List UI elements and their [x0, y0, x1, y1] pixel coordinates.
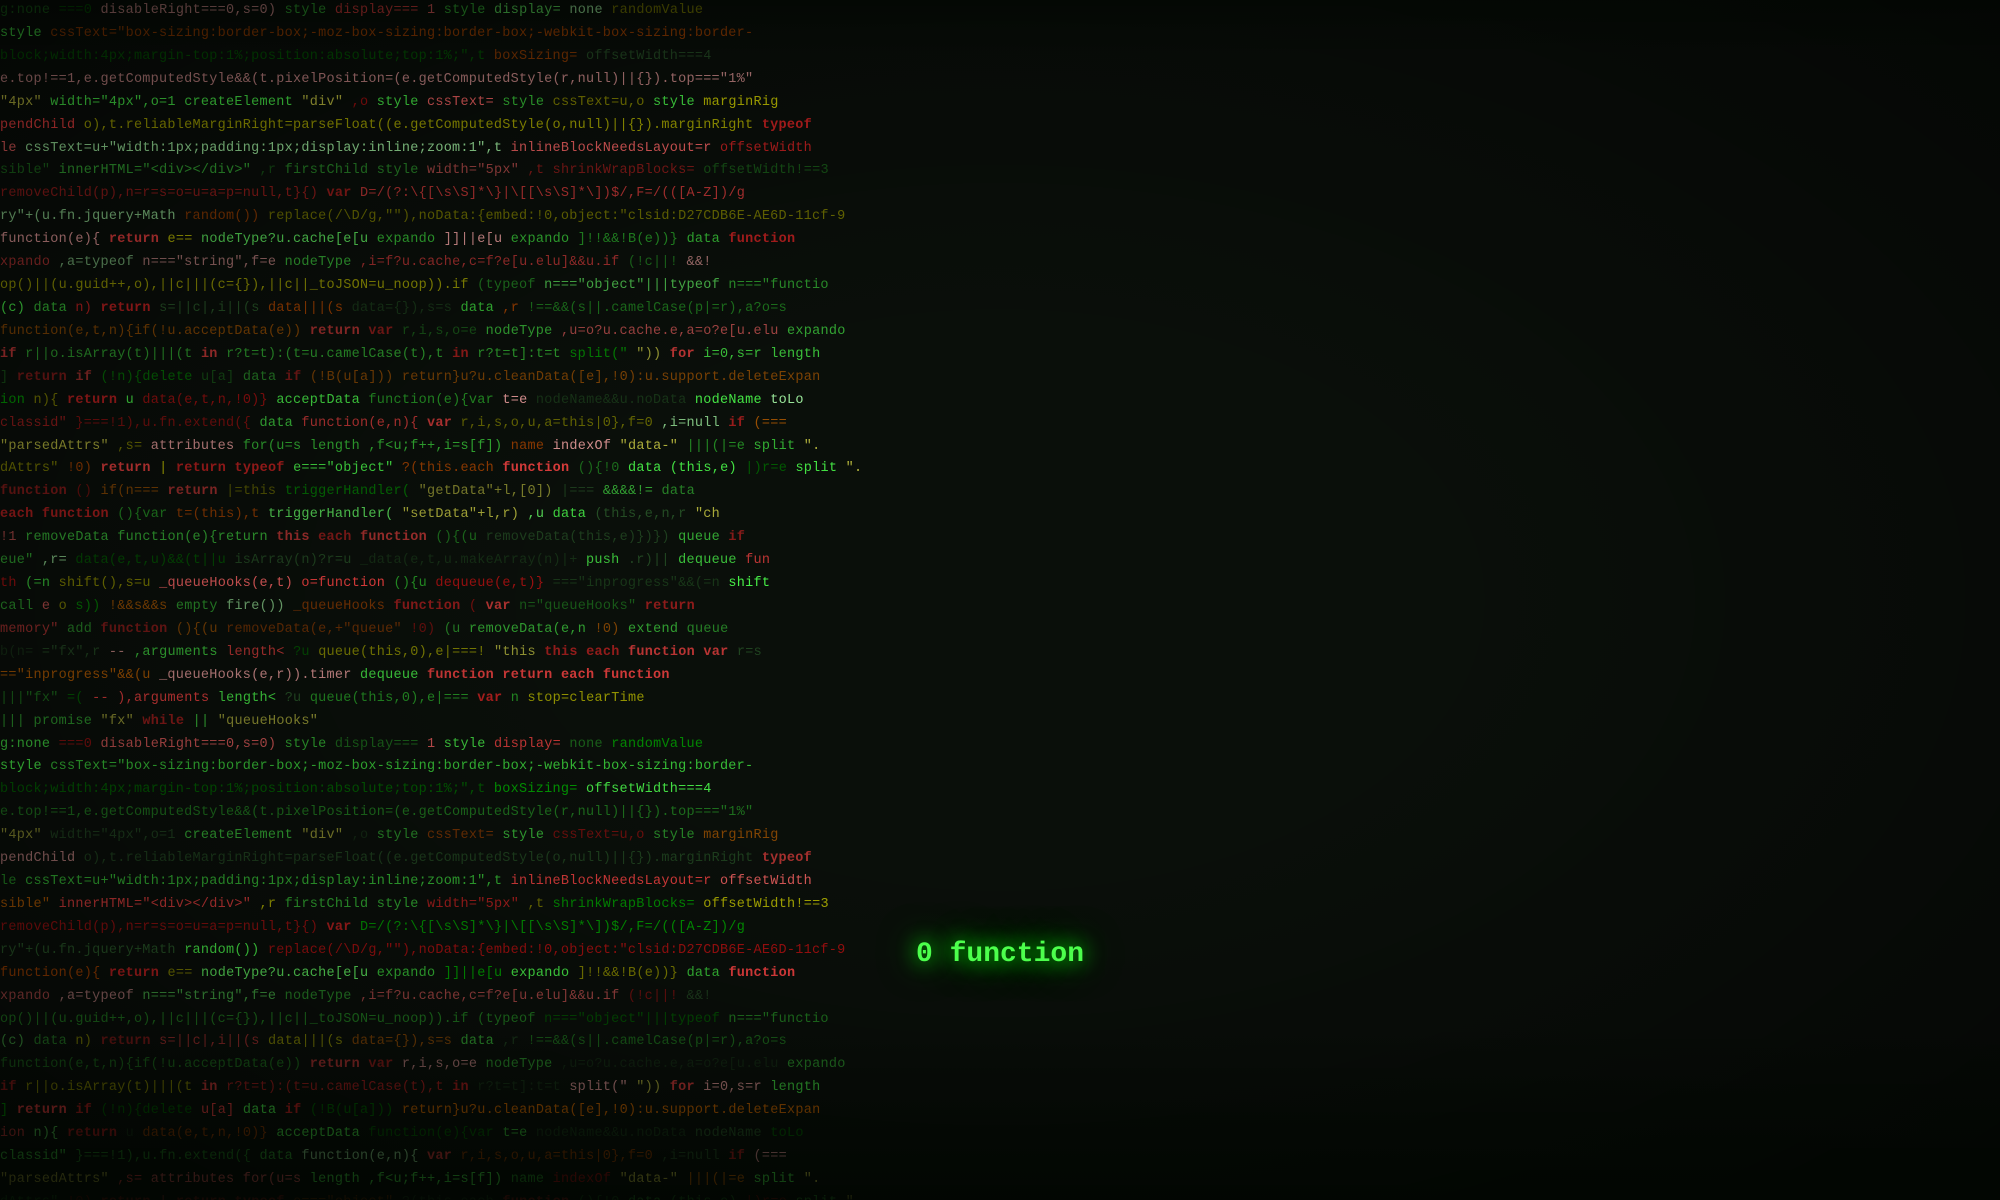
code-line: function(e){ return e== nodeType?u.cache… — [0, 229, 2000, 252]
code-line: removeChild(p),n=r=s=o=u=a=p=null,t}{) v… — [0, 917, 2000, 940]
code-line: xpando ,a=typeof n==="string",f=e nodeTy… — [0, 986, 2000, 1009]
code-line: pendChild o),t.reliableMarginRight=parse… — [0, 115, 2000, 138]
code-line: each function (){var t=(this),t triggerH… — [0, 504, 2000, 527]
code-line: ion n){ return u data(e,t,n,!0)} acceptD… — [0, 390, 2000, 413]
code-line: sible" innerHTML="<div></div>" ,r firstC… — [0, 160, 2000, 183]
code-line: xpando ,a=typeof n==="string",f=e nodeTy… — [0, 252, 2000, 275]
code-line: call e o s)) !&&s&&s empty fire()) _queu… — [0, 596, 2000, 619]
code-line: function(e,t,n){if(!u.acceptData(e)) ret… — [0, 321, 2000, 344]
code-line: op()||(u.guid++,o),||c|||(c={}),||c||_to… — [0, 275, 2000, 298]
code-line: (c) data n) return s=||c|,i||(s data|||(… — [0, 298, 2000, 321]
code-line: ry"+(u.fn.jquery+Math random()) replace(… — [0, 206, 2000, 229]
code-line: ] return if (!n){delete u[a] data if (!B… — [0, 367, 2000, 390]
code-line: sible" innerHTML="<div></div>" ,r firstC… — [0, 894, 2000, 917]
code-line: (c) data n) return s=||c|,i||(s data|||(… — [0, 1031, 2000, 1054]
code-line: =="inprogress"&&(u _queueHooks(e,r)).tim… — [0, 665, 2000, 688]
code-line: le cssText=u+"width:1px;padding:1px;disp… — [0, 138, 2000, 161]
code-line: ion n){ return u data(e,t,n,!0)} acceptD… — [0, 1123, 2000, 1146]
code-line: block;width:4px;margin-top:1%;position:a… — [0, 46, 2000, 69]
code-line: function(e,t,n){if(!u.acceptData(e)) ret… — [0, 1054, 2000, 1077]
code-line: "4px" width="4px",o=1 createElement "div… — [0, 825, 2000, 848]
code-line: if r||o.isArray(t)|||(t in r?t=t):(t=u.c… — [0, 344, 2000, 367]
code-line: "parsedAttrs" ,s= attributes for(u=s len… — [0, 1169, 2000, 1192]
code-line: op()||(u.guid++,o),||c|||(c={}),||c||_to… — [0, 1009, 2000, 1032]
code-line: if r||o.isArray(t)|||(t in r?t=t):(t=u.c… — [0, 1077, 2000, 1100]
code-line: dAttrs" !0) return | return typeof e==="… — [0, 458, 2000, 481]
code-background: g:none ===0 disableRight===0,s=0) style … — [0, 0, 2000, 1200]
code-line: b(n= ="fx",r -- ,arguments length< ?u qu… — [0, 642, 2000, 665]
code-line: !1 removeData function(e){return this ea… — [0, 527, 2000, 550]
code-line: "parsedAttrs" ,s= attributes for(u=s len… — [0, 436, 2000, 459]
code-line: memory" add function (){(u removeData(e,… — [0, 619, 2000, 642]
code-line: style cssText="box-sizing:border-box;-mo… — [0, 756, 2000, 779]
code-line: classid" }===!1),u.fn.extend({ data func… — [0, 413, 2000, 436]
highlight-text: 0 function — [916, 939, 1084, 970]
code-line: le cssText=u+"width:1px;padding:1px;disp… — [0, 871, 2000, 894]
code-line: ] return if (!n){delete u[a] data if (!B… — [0, 1100, 2000, 1123]
code-line: g:none ===0 disableRight===0,s=0) style … — [0, 0, 2000, 23]
code-line: style cssText="box-sizing:border-box;-mo… — [0, 23, 2000, 46]
code-line: removeChild(p),n=r=s=o=u=a=p=null,t}{) v… — [0, 183, 2000, 206]
code-line: pendChild o),t.reliableMarginRight=parse… — [0, 848, 2000, 871]
code-line: "4px" width="4px",o=1 createElement "div… — [0, 92, 2000, 115]
code-line: e.top!==1,e.getComputedStyle&&(t.pixelPo… — [0, 802, 2000, 825]
code-line: e.top!==1,e.getComputedStyle&&(t.pixelPo… — [0, 69, 2000, 92]
code-line: |||"fx" =( -- ),arguments length< ?u que… — [0, 688, 2000, 711]
code-line: ||| promise "fx" while || "queueHooks" — [0, 711, 2000, 734]
code-line: function () if(n=== return |=this trigge… — [0, 481, 2000, 504]
code-line: g:none ===0 disableRight===0,s=0) style … — [0, 734, 2000, 757]
code-line: block;width:4px;margin-top:1%;position:a… — [0, 779, 2000, 802]
code-line: classid" }===!1),u.fn.extend({ data func… — [0, 1146, 2000, 1169]
code-line: th (=n shift(),s=u _queueHooks(e,t) o=fu… — [0, 573, 2000, 596]
code-line: dAttrs" !0) return | return typeof e==="… — [0, 1192, 2000, 1200]
code-line: eue" ,r= data(e,t,u)&&(t||u isArray(n)?r… — [0, 550, 2000, 573]
